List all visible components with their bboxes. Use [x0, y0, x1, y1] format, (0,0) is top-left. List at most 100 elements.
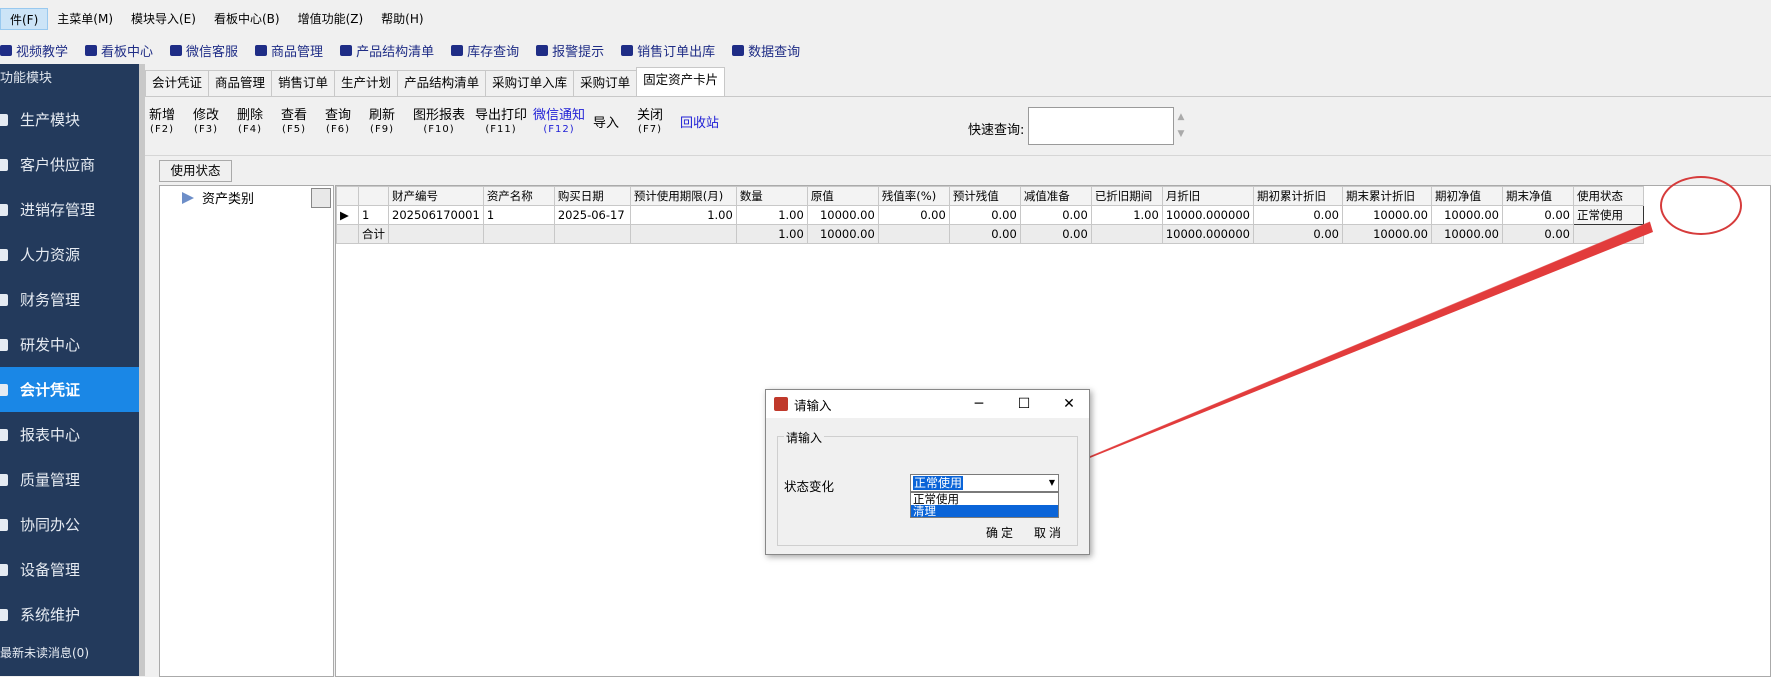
menu-item-2[interactable]: 模块导入(E): [122, 8, 205, 30]
quick-search-input[interactable]: [1028, 107, 1174, 145]
column-header-17[interactable]: 使用状态: [1572, 186, 1644, 206]
table-cell[interactable]: 1: [358, 205, 389, 225]
quick-search-spinner[interactable]: ▲ ▼: [1176, 109, 1186, 143]
quick-item-7[interactable]: 销售订单出库: [621, 41, 715, 60]
toolbar-button-6[interactable]: 图形报表 (F10): [413, 109, 465, 137]
cancel-button[interactable]: 取消: [1034, 524, 1064, 541]
sidebar-item-4[interactable]: 财务管理: [0, 277, 139, 322]
tab-1[interactable]: 商品管理: [208, 70, 273, 96]
column-header-3[interactable]: 资产名称: [482, 186, 555, 206]
quick-item-8[interactable]: 数据查询: [732, 41, 800, 60]
table-cell[interactable]: 1: [482, 205, 555, 225]
sidebar-item-6[interactable]: 会计凭证: [0, 367, 139, 412]
toolbar-button-1[interactable]: 修改 (F3): [193, 109, 219, 137]
table-cell[interactable]: 2025-06-17: [553, 205, 631, 225]
sidebar-item-3[interactable]: 人力资源: [0, 232, 139, 277]
minimize-icon[interactable]: ─: [969, 394, 989, 414]
quick-item-5[interactable]: 库存查询: [451, 41, 519, 60]
table-cell[interactable]: 10000.00: [1430, 205, 1503, 225]
table-cell[interactable]: 10000.00: [806, 205, 879, 225]
quick-item-2[interactable]: 微信客服: [170, 41, 238, 60]
table-row[interactable]: ▶ 1 202506170001 1 2025-06-17 1.00 1.00 10000.0…: [336, 205, 1644, 225]
column-header-5[interactable]: 预计使用期限(月): [629, 186, 737, 206]
spin-down-icon[interactable]: ▼: [1176, 126, 1186, 143]
tab-2[interactable]: 销售订单: [271, 70, 336, 96]
toolbar-button-3[interactable]: 查看 (F5): [281, 109, 307, 137]
menu-item-3[interactable]: 看板中心(B): [205, 8, 289, 30]
unread-messages-link[interactable]: 最新未读消息(0): [0, 644, 89, 661]
toolbar-button-11[interactable]: 回收站: [680, 117, 719, 131]
toolbar-button-9[interactable]: 导入: [593, 117, 619, 131]
sidebar-item-7[interactable]: 报表中心: [0, 412, 139, 457]
column-header-11[interactable]: 已折旧期间: [1090, 186, 1163, 206]
quick-item-0[interactable]: 视频教学: [0, 41, 68, 60]
toolbar-button-4[interactable]: 查询 (F6): [325, 109, 351, 137]
column-header-16[interactable]: 期末净值: [1501, 186, 1574, 206]
toolbar-button-8[interactable]: 微信通知 (F12): [533, 109, 585, 137]
menu-item-0[interactable]: 件(F): [0, 7, 49, 30]
tree-node-root[interactable]: 资产类别: [172, 188, 254, 207]
menu-item-1[interactable]: 主菜单(M): [48, 8, 122, 30]
column-header-15[interactable]: 期初净值: [1430, 186, 1503, 206]
table-cell[interactable]: 1.00: [735, 205, 808, 225]
column-header-1[interactable]: [358, 186, 389, 206]
toolbar-button-7[interactable]: 导出打印 (F11): [475, 109, 527, 137]
table-cell[interactable]: 202506170001: [388, 205, 484, 225]
quick-item-3[interactable]: 商品管理: [255, 41, 323, 60]
table-cell[interactable]: 10000.000000: [1161, 205, 1254, 225]
column-header-12[interactable]: 月折旧: [1161, 186, 1254, 206]
status-cell[interactable]: 正常使用: [1572, 205, 1644, 225]
spin-up-icon[interactable]: ▲: [1176, 109, 1186, 126]
sidebar-item-11[interactable]: 系统维护: [0, 592, 139, 637]
table-cell[interactable]: 1.00: [1090, 205, 1163, 225]
toolbar-button-0[interactable]: 新增 (F2): [149, 109, 175, 137]
column-header-10[interactable]: 减值准备: [1019, 186, 1092, 206]
toolbar-button-10[interactable]: 关闭 (F7): [637, 109, 663, 137]
sidebar-item-1[interactable]: 客户供应商: [0, 142, 139, 187]
tab-6[interactable]: 采购订单: [573, 70, 638, 96]
quick-item-4[interactable]: 产品结构清单: [340, 41, 434, 60]
column-header-6[interactable]: 数量: [735, 186, 808, 206]
tab-0[interactable]: 会计凭证: [145, 70, 210, 96]
table-cell[interactable]: 10000.00: [1341, 205, 1432, 225]
quick-item-1[interactable]: 看板中心: [85, 41, 153, 60]
tab-5[interactable]: 采购订单入库: [485, 70, 575, 96]
status-filter-button[interactable]: 使用状态: [159, 160, 232, 182]
table-cell[interactable]: 1.00: [629, 205, 737, 225]
column-header-8[interactable]: 残值率(%): [877, 186, 950, 206]
maximize-icon[interactable]: ☐: [1014, 394, 1034, 414]
table-cell[interactable]: 0.00: [1252, 205, 1343, 225]
tab-7[interactable]: 固定资产卡片: [636, 67, 726, 96]
tree-toggle-button[interactable]: [311, 188, 331, 208]
column-header-9[interactable]: 预计残值: [948, 186, 1021, 206]
column-header-2[interactable]: 财产编号: [388, 186, 484, 206]
sidebar-item-8[interactable]: 质量管理: [0, 457, 139, 502]
column-header-7[interactable]: 原值: [806, 186, 879, 206]
close-icon[interactable]: ✕: [1059, 394, 1079, 414]
sidebar-item-10[interactable]: 设备管理: [0, 547, 139, 592]
table-cell[interactable]: 0.00: [1019, 205, 1092, 225]
ok-button[interactable]: 确定: [986, 524, 1016, 541]
menu-item-5[interactable]: 帮助(H): [372, 8, 432, 30]
table-cell[interactable]: 0.00: [1501, 205, 1574, 225]
column-header-14[interactable]: 期末累计折旧: [1341, 186, 1432, 206]
tab-3[interactable]: 生产计划: [334, 70, 399, 96]
table-cell[interactable]: 0.00: [877, 205, 950, 225]
chevron-down-icon[interactable]: ▼: [1049, 475, 1055, 491]
sidebar-item-5[interactable]: 研发中心: [0, 322, 139, 367]
sidebar-item-2[interactable]: 进销存管理: [0, 187, 139, 232]
sidebar-item-9[interactable]: 协同办公: [0, 502, 139, 547]
sidebar-item-0[interactable]: 生产模块: [0, 97, 139, 142]
column-header-0[interactable]: [336, 186, 359, 206]
table-cell[interactable]: 0.00: [948, 205, 1021, 225]
toolbar-button-5[interactable]: 刷新 (F9): [369, 109, 395, 137]
status-option[interactable]: 清理: [911, 505, 1058, 517]
tab-4[interactable]: 产品结构清单: [397, 70, 487, 96]
menu-item-4[interactable]: 增值功能(Z): [289, 8, 373, 30]
quick-item-6[interactable]: 报警提示: [536, 41, 604, 60]
column-header-4[interactable]: 购买日期: [553, 186, 631, 206]
column-header-13[interactable]: 期初累计折旧: [1252, 186, 1343, 206]
status-select[interactable]: 正常使用 ▼: [910, 474, 1059, 492]
toolbar-button-2[interactable]: 删除 (F4): [237, 109, 263, 137]
tree-expand-icon[interactable]: [182, 191, 194, 204]
